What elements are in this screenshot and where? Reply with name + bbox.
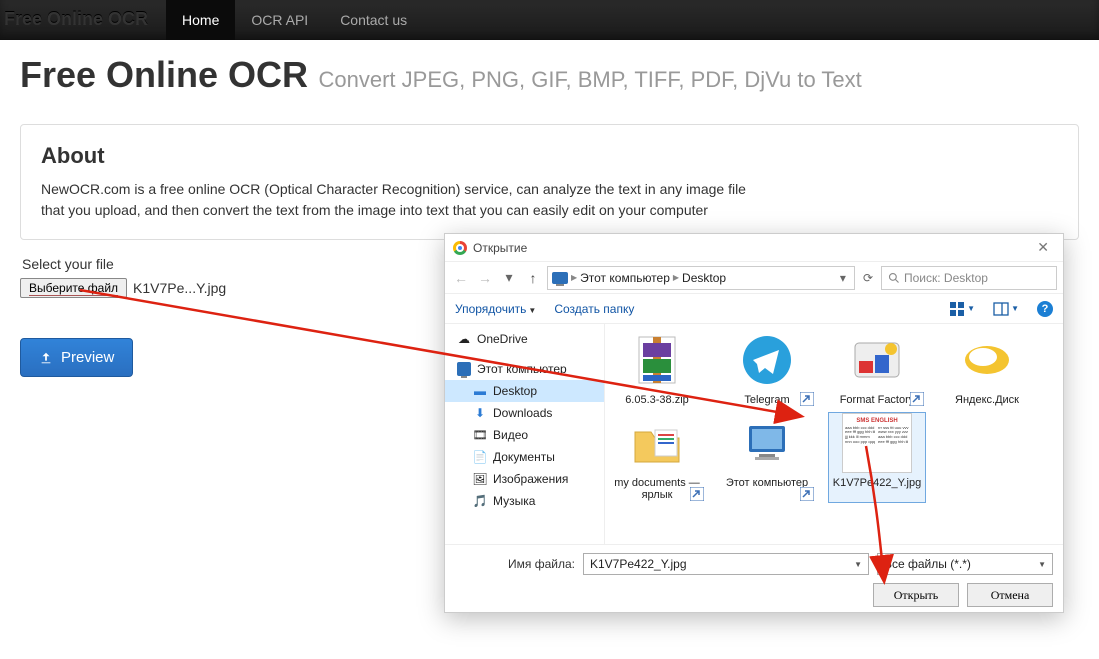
sidebar-item-video[interactable]: 🎞Видео xyxy=(445,424,604,446)
cancel-button[interactable]: Отмена xyxy=(967,583,1053,607)
telegram-icon xyxy=(732,330,802,390)
open-button[interactable]: Открыть xyxy=(873,583,959,607)
filename-label: Имя файла: xyxy=(455,557,575,571)
nav-home[interactable]: Home xyxy=(166,0,235,40)
choose-file-button[interactable]: Выберите файл xyxy=(20,278,127,298)
file-item[interactable]: 6.05.3-38.zip xyxy=(609,330,705,407)
brand: Free Online OCR xyxy=(0,9,166,30)
filetype-filter[interactable]: Все файлы (*.*)▼ xyxy=(877,553,1053,575)
close-icon[interactable]: ✕ xyxy=(1031,239,1055,256)
search-input[interactable]: Поиск: Desktop xyxy=(881,266,1057,290)
about-heading: About xyxy=(41,143,1058,169)
file-pane[interactable]: 6.05.3-38.zip Telegram Format Factory Ян… xyxy=(605,324,1063,544)
forward-icon[interactable]: → xyxy=(475,270,495,286)
recent-dropdown-icon[interactable]: ▾ xyxy=(499,269,519,286)
selected-filename: K1V7Pe...Y.jpg xyxy=(133,280,226,296)
file-item[interactable]: Яндекс.Диск xyxy=(939,330,1035,407)
preview-pane-button[interactable]: ▼ xyxy=(993,301,1019,317)
page-title: Free Online OCR xyxy=(20,54,308,95)
help-icon[interactable]: ? xyxy=(1037,301,1053,317)
sidebar: ☁OneDrive Этот компьютер ▬Desktop ⬇Downl… xyxy=(445,324,605,544)
sidebar-item-desktop[interactable]: ▬Desktop xyxy=(445,380,604,402)
upload-icon xyxy=(39,351,53,365)
sidebar-item-documents[interactable]: 📄Документы xyxy=(445,446,604,468)
navbar: Free Online OCR Home OCR API Contact us xyxy=(0,0,1099,40)
desktop-icon: ▬ xyxy=(473,384,487,398)
refresh-icon[interactable]: ⟳ xyxy=(859,271,877,285)
sidebar-item-downloads[interactable]: ⬇Downloads xyxy=(445,402,604,424)
search-icon xyxy=(888,272,900,284)
pc-icon xyxy=(552,272,568,284)
this-pc-icon xyxy=(732,413,802,473)
nav-contact[interactable]: Contact us xyxy=(324,0,423,40)
download-icon: ⬇ xyxy=(473,406,487,420)
file-item[interactable]: my documents — ярлык xyxy=(609,413,705,502)
address-bar[interactable]: ▶ Этот компьютер ▶ Desktop ▾ xyxy=(547,266,855,290)
about-text: NewOCR.com is a free online OCR (Optical… xyxy=(41,179,761,221)
folder-icon xyxy=(622,413,692,473)
shortcut-icon xyxy=(800,392,814,406)
organize-menu[interactable]: Упорядочить▼ xyxy=(455,302,536,316)
doc-icon: 📄 xyxy=(473,450,487,464)
format-factory-icon xyxy=(842,330,912,390)
cloud-icon: ☁ xyxy=(457,332,471,346)
nav-ocr-api[interactable]: OCR API xyxy=(235,0,324,40)
file-item[interactable]: Telegram xyxy=(719,330,815,407)
preview-button[interactable]: Preview xyxy=(20,338,133,377)
page-subtitle: Convert JPEG, PNG, GIF, BMP, TIFF, PDF, … xyxy=(319,67,862,92)
video-icon: 🎞 xyxy=(473,428,487,442)
shortcut-icon xyxy=(800,487,814,501)
image-icon: 🖼 xyxy=(473,472,487,486)
back-icon[interactable]: ← xyxy=(451,270,471,286)
pc-icon xyxy=(457,362,471,376)
shortcut-icon xyxy=(910,392,924,406)
file-item-selected[interactable]: SMS ENGLISHaaa bbb ccc ddd eee fff ggg h… xyxy=(829,413,925,502)
view-mode-button[interactable]: ▼ xyxy=(949,301,975,317)
music-icon: 🎵 xyxy=(473,494,487,508)
image-thumb: SMS ENGLISHaaa bbb ccc ddd eee fff ggg h… xyxy=(842,413,912,473)
sidebar-item-images[interactable]: 🖼Изображения xyxy=(445,468,604,490)
file-open-dialog: Открытие ✕ ← → ▾ ↑ ▶ Этот компьютер ▶ De… xyxy=(444,233,1064,613)
yandex-disk-icon xyxy=(952,330,1022,390)
chrome-icon xyxy=(453,241,467,255)
up-icon[interactable]: ↑ xyxy=(523,270,543,286)
path-dropdown-icon[interactable]: ▾ xyxy=(836,271,850,285)
file-item[interactable]: Этот компьютер xyxy=(719,413,815,502)
new-folder-button[interactable]: Создать папку xyxy=(554,302,634,316)
shortcut-icon xyxy=(690,487,704,501)
filename-input[interactable]: K1V7Pe422_Y.jpg▼ xyxy=(583,553,869,575)
sidebar-item-music[interactable]: 🎵Музыка xyxy=(445,490,604,512)
sidebar-item-onedrive[interactable]: ☁OneDrive xyxy=(445,328,604,350)
zip-icon xyxy=(622,330,692,390)
sidebar-item-this-pc[interactable]: Этот компьютер xyxy=(445,358,604,380)
file-item[interactable]: Format Factory xyxy=(829,330,925,407)
dialog-title: Открытие xyxy=(473,241,1031,255)
about-panel: About NewOCR.com is a free online OCR (O… xyxy=(20,124,1079,240)
